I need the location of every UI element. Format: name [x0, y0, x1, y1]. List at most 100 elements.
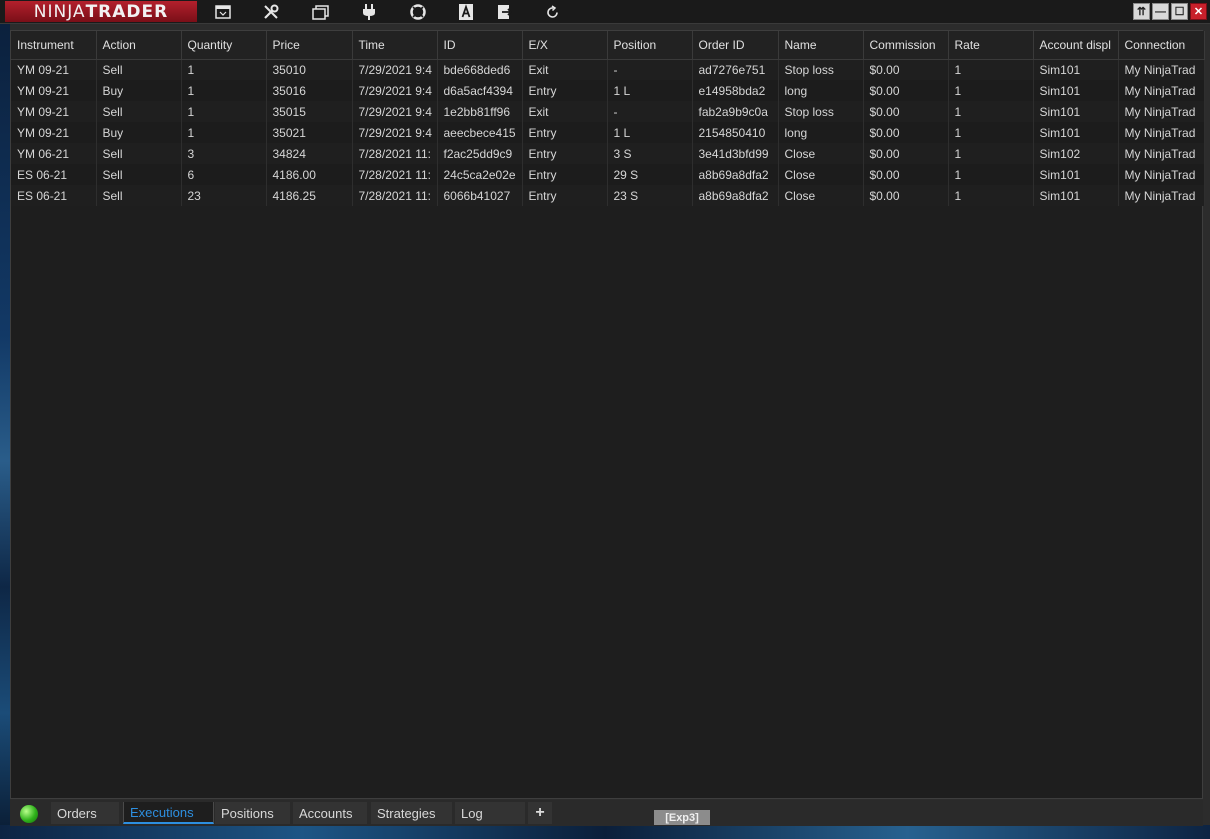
cell-quantity: 6 [181, 164, 267, 185]
column-header-id[interactable]: ID [437, 31, 523, 60]
tab-accounts[interactable]: Accounts [293, 802, 367, 824]
cell-position: 23 S [607, 185, 693, 206]
cell-id: 24c5ca2e02e [437, 164, 523, 185]
column-header-name[interactable]: Name [778, 31, 864, 60]
cell-id: 6066b41027 [437, 185, 523, 206]
connections-icon[interactable] [358, 2, 380, 22]
cell-price: 35010 [266, 59, 353, 80]
table-row[interactable]: YM 09-21 Sell 1 35010 7/29/2021 9:4 bde668ded… [11, 59, 1205, 80]
cell-instrument: YM 06-21 [11, 143, 97, 164]
cell-rate: 1 [948, 101, 1034, 122]
cell-quantity: 1 [181, 101, 267, 122]
cell-time: 7/29/2021 9:4 [352, 122, 438, 143]
cell-price: 34824 [266, 143, 353, 164]
pin-button[interactable]: ⇈ [1133, 3, 1150, 20]
column-header-action[interactable]: Action [96, 31, 182, 60]
cell-id: d6a5acf4394 [437, 80, 523, 101]
column-header-order-id[interactable]: Order ID [692, 31, 779, 60]
table-row[interactable]: YM 09-21 Sell 1 35015 7/29/2021 9:4 1e2bb81ff… [11, 101, 1205, 122]
table-body: YM 09-21 Sell 1 35010 7/29/2021 9:4 bde668ded… [11, 59, 1205, 206]
cell-commission: $0.00 [863, 101, 949, 122]
cell-account: Sim101 [1033, 59, 1119, 80]
column-header-position[interactable]: Position [607, 31, 693, 60]
cell-rate: 1 [948, 59, 1034, 80]
column-header-price[interactable]: Price [266, 31, 353, 60]
executions-grid-panel: Instrument Action Quantity Price Time ID… [10, 30, 1205, 799]
cell-connection: My NinjaTrad [1118, 101, 1205, 122]
cell-action: Sell [96, 185, 182, 206]
cell-account: Sim101 [1033, 101, 1119, 122]
tab-label: Strategies [377, 805, 436, 821]
close-button[interactable]: ✕ [1190, 3, 1207, 20]
table-row[interactable]: ES 06-21 Sell 23 4186.25 7/28/2021 11: 6066b4… [11, 185, 1205, 206]
column-header-instrument[interactable]: Instrument [11, 31, 97, 60]
cell-position: 29 S [607, 164, 693, 185]
add-tab-button[interactable]: + [528, 802, 552, 824]
column-header-quantity[interactable]: Quantity [181, 31, 267, 60]
maximize-button[interactable]: ☐ [1171, 3, 1188, 20]
table-row[interactable]: YM 06-21 Sell 3 34824 7/28/2021 11: f2ac25dd9… [11, 143, 1205, 164]
cell-account: Sim102 [1033, 143, 1119, 164]
cell-connection: My NinjaTrad [1118, 143, 1205, 164]
cell-price: 35015 [266, 101, 353, 122]
cell-order-id: 3e41d3bfd99 [692, 143, 779, 164]
cell-instrument: YM 09-21 [11, 59, 97, 80]
tab-orders[interactable]: Orders [51, 802, 119, 824]
table-row[interactable]: ES 06-21 Sell 6 4186.00 7/28/2021 11: 24c5ca2… [11, 164, 1205, 185]
cell-account: Sim101 [1033, 122, 1119, 143]
cell-commission: $0.00 [863, 164, 949, 185]
desktop-wallpaper [0, 0, 10, 839]
plus-icon: + [535, 804, 545, 821]
workspaces-icon[interactable] [309, 2, 331, 22]
cell-quantity: 3 [181, 143, 267, 164]
tab-positions[interactable]: Positions [215, 802, 290, 824]
column-header-connection[interactable]: Connection [1118, 31, 1205, 60]
cell-account: Sim101 [1033, 164, 1119, 185]
table-header-row: Instrument Action Quantity Price Time ID… [11, 31, 1205, 60]
cell-action: Sell [96, 101, 182, 122]
tab-bar: Orders Executions Positions Accounts Str… [10, 800, 1203, 826]
export-icon[interactable] [494, 2, 516, 22]
help-icon[interactable] [407, 2, 429, 22]
tools-icon[interactable] [260, 2, 282, 22]
tab-log[interactable]: Log [455, 802, 525, 824]
cell-instrument: ES 06-21 [11, 185, 97, 206]
font-icon[interactable] [455, 2, 477, 22]
cell-ex: Entry [522, 164, 608, 185]
refresh-icon[interactable] [541, 2, 563, 22]
cell-connection: My NinjaTrad [1118, 59, 1205, 80]
new-window-icon[interactable] [212, 2, 234, 22]
column-header-rate[interactable]: Rate [948, 31, 1034, 60]
minimize-button[interactable]: — [1152, 3, 1169, 20]
cell-order-id: a8b69a8dfa2 [692, 164, 779, 185]
cell-price: 4186.00 [266, 164, 353, 185]
cell-id: aeecbece415 [437, 122, 523, 143]
cell-rate: 1 [948, 143, 1034, 164]
cell-instrument: YM 09-21 [11, 80, 97, 101]
cell-time: 7/28/2021 11: [352, 185, 438, 206]
cell-name: Close [778, 185, 864, 206]
column-header-time[interactable]: Time [352, 31, 438, 60]
cell-quantity: 1 [181, 59, 267, 80]
cell-order-id: fab2a9b9c0a [692, 101, 779, 122]
cell-commission: $0.00 [863, 122, 949, 143]
cell-action: Buy [96, 122, 182, 143]
column-header-account-display[interactable]: Account displ [1033, 31, 1119, 60]
cell-name: long [778, 122, 864, 143]
cell-order-id: a8b69a8dfa2 [692, 185, 779, 206]
tab-executions[interactable]: Executions [123, 802, 214, 824]
table-row[interactable]: YM 09-21 Buy 1 35021 7/29/2021 9:4 aeecbece41… [11, 122, 1205, 143]
cell-action: Sell [96, 164, 182, 185]
table-row[interactable]: YM 09-21 Buy 1 35016 7/29/2021 9:4 d6a5acf439… [11, 80, 1205, 101]
cell-time: 7/28/2021 11: [352, 143, 438, 164]
cell-rate: 1 [948, 122, 1034, 143]
column-header-ex[interactable]: E/X [522, 31, 608, 60]
column-header-commission[interactable]: Commission [863, 31, 949, 60]
cell-instrument: YM 09-21 [11, 101, 97, 122]
cell-connection: My NinjaTrad [1118, 122, 1205, 143]
cell-connection: My NinjaTrad [1118, 185, 1205, 206]
workspace-label: [Exp3] [654, 810, 710, 825]
cell-time: 7/28/2021 11: [352, 164, 438, 185]
cell-ex: Exit [522, 101, 608, 122]
tab-strategies[interactable]: Strategies [371, 802, 452, 824]
